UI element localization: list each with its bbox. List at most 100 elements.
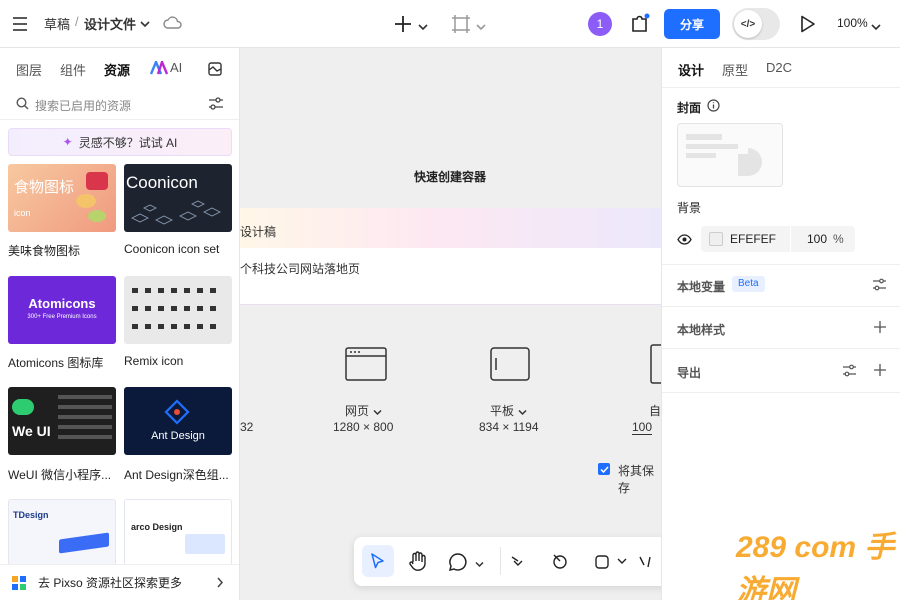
web-frame-icon[interactable] xyxy=(345,347,387,384)
field-divider xyxy=(790,226,791,252)
search-icon xyxy=(16,97,29,113)
hand-icon[interactable] xyxy=(408,551,428,576)
asset-card-food-icons[interactable]: 食物图标 icon xyxy=(8,164,116,232)
save-checkbox[interactable] xyxy=(598,463,610,475)
left-panel: 图层 组件 资源 AI 搜索已启用的资源 ✦ 灵感不够？试试 AI 食物图标 i… xyxy=(0,48,240,600)
breadcrumb-separator: / xyxy=(75,14,79,29)
ai-prompt-banner[interactable]: 设计稿 xyxy=(240,208,661,248)
asset-card-weui[interactable]: We UI xyxy=(8,387,116,455)
add-export-icon[interactable] xyxy=(874,364,886,379)
wechat-icon xyxy=(12,399,34,415)
variables-settings-icon[interactable] xyxy=(872,278,887,294)
toolbar-divider xyxy=(500,547,501,575)
chevron-down-icon[interactable] xyxy=(475,557,484,571)
device-web-label[interactable]: 网页 xyxy=(345,402,369,419)
device-size: 834 × 1194 xyxy=(479,420,539,434)
device-custom-label[interactable]: 自 xyxy=(649,402,661,419)
canvas[interactable]: 快速创建容器 设计稿 个科技公司网站落地页 32 网页 1280 × 800 平… xyxy=(240,48,661,600)
asset-card-arco-design[interactable]: arco Design xyxy=(124,499,232,567)
asset-card-label: Coonicon icon set xyxy=(124,242,220,256)
move-tool[interactable] xyxy=(362,545,394,577)
community-icon xyxy=(12,575,26,590)
device-size-input[interactable]: 100 xyxy=(632,420,653,435)
info-icon[interactable] xyxy=(707,99,720,115)
frame-icon[interactable] xyxy=(450,13,472,35)
chevron-down-icon[interactable] xyxy=(418,20,428,34)
local-variables-label: 本地变量 xyxy=(677,280,726,294)
asset-card-label: Remix icon xyxy=(124,354,184,368)
device-tablet-label[interactable]: 平板 xyxy=(490,402,514,419)
beta-badge: Beta xyxy=(732,276,765,292)
chevron-right-icon xyxy=(216,577,224,591)
chevron-down-icon[interactable] xyxy=(871,20,881,34)
donut-icon xyxy=(76,194,96,208)
watermark-logo: 289 com 手游网 xyxy=(736,531,895,600)
tab-design[interactable]: 设计 xyxy=(678,60,704,79)
play-icon[interactable] xyxy=(797,13,819,35)
background-color-field[interactable]: EFEFEF 100 % xyxy=(701,226,855,252)
ui-list-icon xyxy=(58,395,112,439)
library-icon[interactable] xyxy=(206,60,224,78)
asset-card-tdesign[interactable]: TDesign xyxy=(8,499,116,567)
tab-components[interactable]: 组件 xyxy=(60,60,86,79)
chevron-down-icon[interactable] xyxy=(140,17,150,31)
community-link[interactable]: 去 Pixso 资源社区探索更多 xyxy=(0,564,239,600)
asset-search: 搜索已启用的资源 xyxy=(0,88,239,120)
asset-card-label: 美味食物图标 xyxy=(8,244,81,258)
zoom-level[interactable]: 100% xyxy=(837,16,868,30)
asset-card-atomicons[interactable]: Atomicons 300+ Free Premium Icons xyxy=(8,276,116,344)
top-bar: 草稿 / 设计文件 1 分享 </> 100% xyxy=(0,0,900,48)
plugin-icon[interactable] xyxy=(628,12,652,36)
asset-card-remix-icon[interactable] xyxy=(124,276,232,344)
divider xyxy=(662,87,900,88)
tablet-frame-icon[interactable] xyxy=(490,347,530,384)
custom-frame-icon[interactable] xyxy=(650,344,661,387)
chevron-down-icon[interactable] xyxy=(518,405,527,419)
breadcrumb-root[interactable]: 草稿 xyxy=(44,14,70,33)
ui-mockup-icon xyxy=(185,534,225,554)
ant-design-logo-icon xyxy=(164,399,190,425)
dev-mode-toggle[interactable]: </> xyxy=(732,8,780,40)
eye-icon[interactable] xyxy=(677,234,692,248)
asset-card-coonicon[interactable]: Coonicon xyxy=(124,164,232,232)
gift-icon xyxy=(86,172,108,190)
divider xyxy=(662,264,900,265)
ai-prompt-input[interactable]: 个科技公司网站落地页 xyxy=(240,248,661,305)
cloud-sync-icon xyxy=(163,15,183,34)
divider xyxy=(662,306,900,307)
filter-settings-icon[interactable] xyxy=(208,97,224,114)
search-input[interactable]: 搜索已启用的资源 xyxy=(35,97,131,114)
quick-create-title: 快速创建容器 xyxy=(414,170,487,184)
code-icon: </> xyxy=(734,10,762,38)
file-name[interactable]: 设计文件 xyxy=(84,14,136,33)
export-settings-icon[interactable] xyxy=(842,364,857,380)
isometric-icons-icon xyxy=(131,200,221,225)
collaborator-avatar[interactable]: 1 xyxy=(588,12,612,36)
ai-logo-icon xyxy=(149,58,169,78)
asset-card-label: WeUI 微信小程序... xyxy=(8,468,112,482)
tab-d2c[interactable]: D2C xyxy=(766,60,792,75)
cover-thumbnail[interactable] xyxy=(677,123,783,187)
tab-assets[interactable]: 资源 xyxy=(104,60,130,79)
add-icon[interactable] xyxy=(392,13,414,35)
menu-icon[interactable] xyxy=(10,14,30,34)
comment-icon[interactable] xyxy=(448,552,468,575)
right-panel: 设计 原型 D2C 封面 背景 EFEFEF 100 % 本地变量 Beta 本… xyxy=(661,48,900,600)
tab-layers[interactable]: 图层 xyxy=(16,60,42,79)
chevron-down-icon[interactable] xyxy=(476,20,486,34)
tab-ai[interactable]: AI xyxy=(170,60,182,75)
export-label: 导出 xyxy=(677,366,702,380)
sparkle-icon: ✦ xyxy=(62,135,73,149)
divider xyxy=(662,392,900,393)
tab-prototype[interactable]: 原型 xyxy=(722,60,748,79)
asset-card-ant-design[interactable]: Ant Design xyxy=(124,387,232,455)
chevron-down-icon[interactable] xyxy=(373,405,382,419)
local-styles-label: 本地样式 xyxy=(677,323,726,337)
add-style-icon[interactable] xyxy=(874,321,886,336)
background-color-swatch[interactable] xyxy=(709,232,723,246)
device-size: 1280 × 800 xyxy=(333,420,394,434)
background-label: 背景 xyxy=(677,201,702,215)
share-button[interactable]: 分享 xyxy=(664,9,720,39)
ai-inspiration-banner[interactable]: ✦ 灵感不够？试试 AI xyxy=(8,128,232,156)
cover-label: 封面 xyxy=(677,101,702,115)
